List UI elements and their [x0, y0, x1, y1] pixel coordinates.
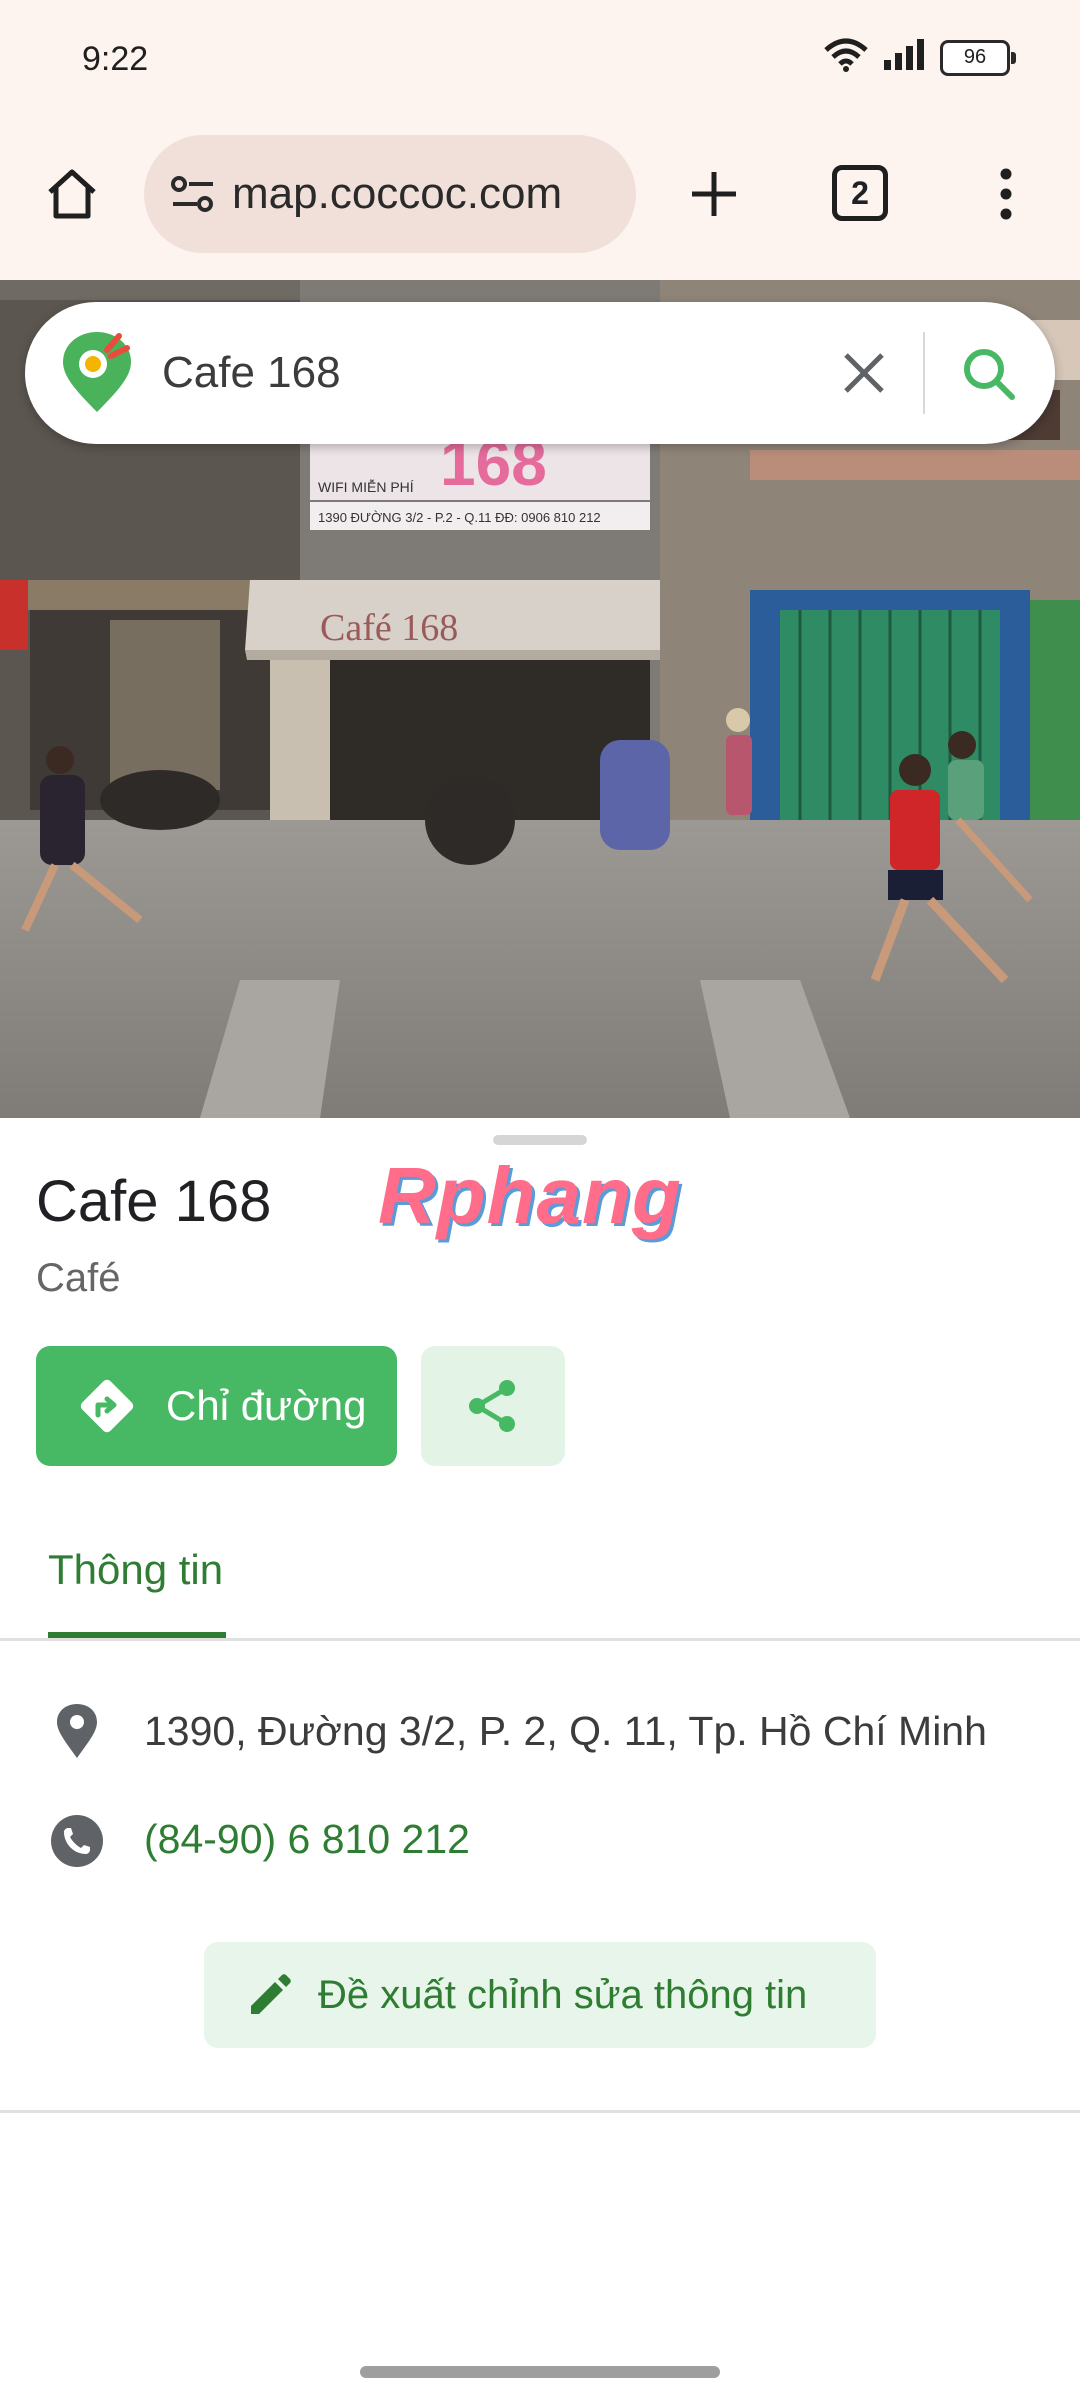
photo-awning-text: Café 168 — [320, 607, 458, 649]
plus-icon — [692, 172, 736, 216]
close-icon[interactable] — [833, 342, 895, 404]
share-icon — [469, 1380, 515, 1432]
wifi-icon — [824, 38, 868, 77]
signal-icon — [882, 38, 926, 77]
search-divider — [923, 332, 925, 414]
watermark-text: Rphang — [378, 1151, 682, 1240]
place-category: Café — [36, 1256, 121, 1300]
battery-icon: 96 — [940, 39, 1016, 76]
address-text: 1390, Đường 3/2, P. 2, Q. 11, Tp. Hồ Chí… — [144, 1708, 987, 1754]
address-bar[interactable]: map.coccoc.com — [144, 135, 636, 253]
gesture-navigation-bar[interactable] — [360, 2366, 720, 2378]
directions-button[interactable]: Chỉ đường — [36, 1346, 397, 1466]
photo-sign-wifi: WIFI MIỄN PHÍ — [318, 479, 414, 495]
home-icon — [48, 169, 96, 219]
status-icons: 96 — [824, 38, 1016, 77]
place-title: Cafe 168 — [36, 1169, 272, 1234]
suggest-edit-button[interactable]: Đề xuất chỉnh sửa thông tin — [204, 1942, 876, 2048]
status-time: 9:22 — [82, 40, 149, 78]
tune-icon[interactable] — [168, 169, 218, 219]
phone-link[interactable]: (84-90) 6 810 212 — [144, 1816, 470, 1863]
more-vert-icon[interactable] — [976, 160, 1036, 228]
directions-label: Chỉ đường — [166, 1382, 367, 1429]
search-bar[interactable]: Cafe 168 — [25, 302, 1055, 444]
url-text: map.coccoc.com — [232, 169, 563, 218]
coccoc-logo — [63, 332, 131, 412]
sheet-drag-handle[interactable] — [493, 1135, 587, 1145]
tab-switcher-icon[interactable]: 2 — [832, 165, 888, 221]
tab-info[interactable]: Thông tin — [48, 1546, 223, 1594]
photo-sign-address: 1390 ĐƯỜNG 3/2 - P.2 - Q.11 ĐĐ: 0906 810… — [318, 510, 601, 525]
home-button[interactable] — [38, 160, 106, 228]
watermark-logo: Rphang — [378, 1150, 682, 1242]
share-button[interactable] — [421, 1346, 565, 1466]
search-input[interactable]: Cafe 168 — [162, 348, 341, 398]
edit-pencil-icon — [242, 1967, 298, 2023]
bottom-divider — [0, 2110, 1080, 2113]
browser-toolbar: map.coccoc.com 2 — [0, 125, 1080, 282]
directions-icon — [74, 1373, 140, 1439]
new-tab-button[interactable] — [680, 160, 748, 228]
suggest-edit-label: Đề xuất chỉnh sửa thông tin — [318, 1972, 808, 2017]
search-icon[interactable] — [955, 340, 1021, 406]
location-pin-icon — [44, 1698, 110, 1764]
status-bar: 9:22 96 — [0, 0, 1080, 125]
tab-divider — [0, 1638, 1080, 1641]
phone-icon — [44, 1808, 110, 1874]
